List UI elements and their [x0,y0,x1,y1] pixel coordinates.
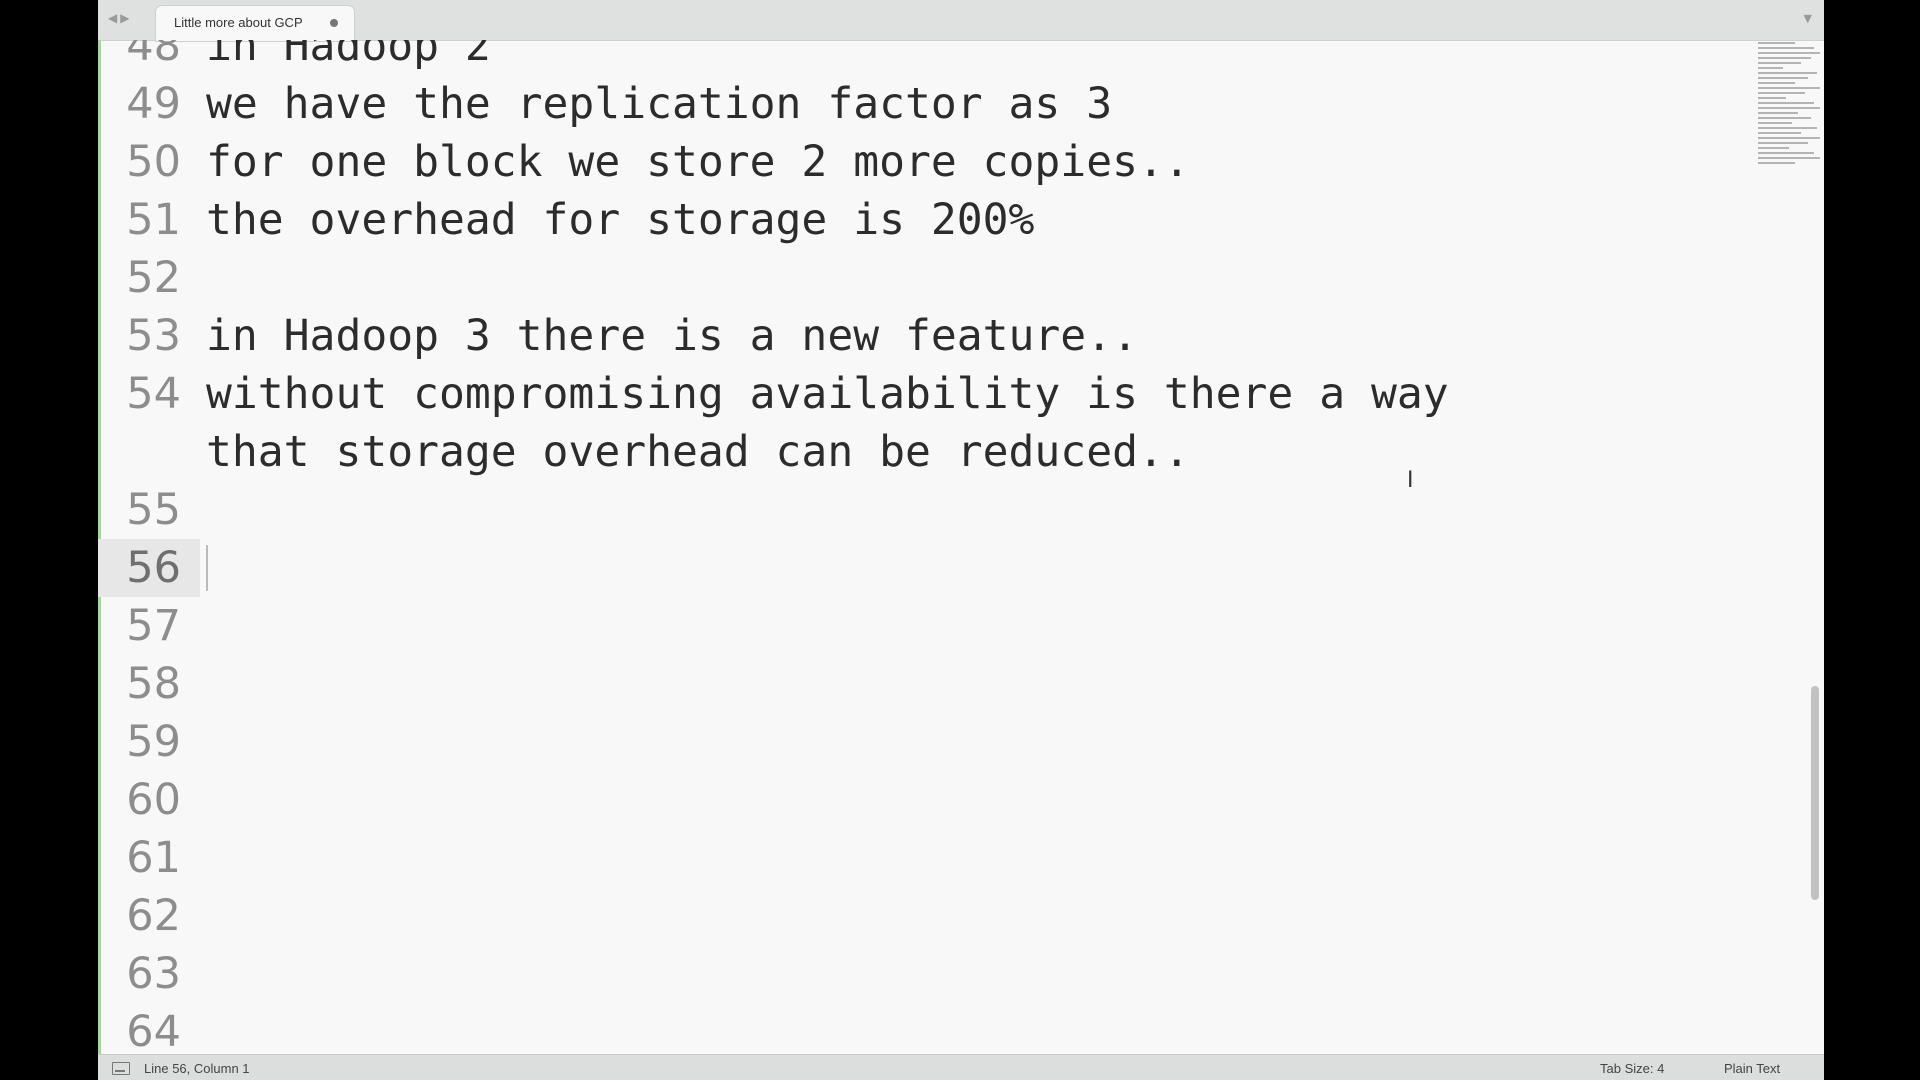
text-caret [206,545,208,591]
minimap-line [1758,67,1783,69]
line-number: 57 [126,601,181,651]
line-text: for one block we store 2 more copies.. [206,137,1190,187]
editor-line[interactable]: 51 the overhead for storage is 200% [98,191,1738,249]
text-editor[interactable]: 48 in Hadoop 2 49 we have the replication f… [98,40,1738,1054]
minimap-line [1758,122,1793,124]
minimap-line [1758,112,1799,114]
line-number: 53 [126,311,181,361]
line-number: 54 [126,369,181,419]
line-number: 48 [126,40,181,71]
tab-size-selector[interactable]: Tab Size: 4 [1600,1061,1664,1076]
minimap-line [1758,57,1811,59]
line-number: 59 [126,717,181,767]
minimap-line [1758,117,1811,119]
minimap-line [1758,97,1786,99]
editor-line[interactable]: 59 [98,713,1738,771]
minimap-line [1758,87,1820,89]
minimap-line [1758,147,1789,149]
line-number: 64 [126,1007,181,1054]
minimap-line [1758,157,1820,159]
editor-line[interactable]: 58 [98,655,1738,713]
minimap-line [1758,77,1808,79]
unsaved-dot-icon[interactable] [330,19,338,27]
line-text: in Hadoop 2 [206,40,491,71]
tab-bar: ◀▶ Little more about GCP ▼ [98,0,1824,41]
editor-line[interactable]: 57 [98,597,1738,655]
line-number: 61 [126,833,181,883]
line-number: 49 [126,79,181,129]
minimap-line [1758,62,1802,64]
editor-line[interactable]: 61 [98,829,1738,887]
minimap-line [1758,42,1796,44]
editor-lines: 48 in Hadoop 2 49 we have the replication f… [98,40,1738,1054]
minimap-line [1758,102,1814,104]
editor-line[interactable]: 50 for one block we store 2 more copies.. [98,133,1738,191]
editor-line[interactable]: 55 [98,481,1738,539]
line-number: 51 [126,195,181,245]
line-text: without compromising availability is the… [206,369,1449,477]
minimap-line [1758,142,1808,144]
tab-menu-chevron-icon[interactable]: ▼ [1804,12,1812,25]
minimap-line [1758,47,1814,49]
tab-title: Little more about GCP [174,15,303,30]
editor-line[interactable]: 60 [98,771,1738,829]
syntax-selector[interactable]: Plain Text [1724,1061,1780,1076]
editor-line[interactable]: 52 [98,249,1738,307]
minimap-line [1758,132,1802,134]
status-bar: Line 56, Column 1 Tab Size: 4 Plain Text [98,1054,1824,1080]
line-number: 58 [126,659,181,709]
line-text: we have the replication factor as 3 [206,79,1113,129]
editor-line[interactable]: 48 in Hadoop 2 [98,40,1738,75]
editor-line[interactable]: 53 in Hadoop 3 there is a new feature.. [98,307,1738,365]
minimap-line [1758,127,1817,129]
minimap-line [1758,107,1820,109]
forward-arrow-icon[interactable]: ▶ [120,11,132,25]
editor-line[interactable]: 49 we have the replication factor as 3 [98,75,1738,133]
ibeam-cursor-icon: I [1407,468,1414,493]
editor-line[interactable]: 63 [98,945,1738,1003]
tab-little-more-about-gcp[interactable]: Little more about GCP [156,6,354,41]
minimap-line [1758,152,1814,154]
minimap-line [1758,162,1796,164]
line-number: 62 [126,891,181,941]
tab-navigation: ◀▶ [108,11,132,25]
minimap-line [1758,52,1820,54]
line-text: the overhead for storage is 200% [206,195,1035,245]
line-number: 56 [126,543,181,593]
cursor-position: Line 56, Column 1 [144,1061,250,1076]
line-number: 55 [126,485,181,535]
editor-line[interactable]: 54 without compromising availability is t… [98,365,1738,481]
minimap-line [1758,82,1796,84]
editor-line[interactable]: 62 [98,887,1738,945]
line-number: 52 [126,253,181,303]
console-icon[interactable] [112,1062,130,1075]
minimap-line [1758,92,1805,94]
line-number: 60 [126,775,181,825]
minimap[interactable] [1758,42,1820,192]
line-number: 63 [126,949,181,999]
line-text: in Hadoop 3 there is a new feature.. [206,311,1138,361]
vertical-scrollbar[interactable] [1811,686,1819,900]
editor-line[interactable]: 56 [98,539,1738,597]
back-arrow-icon[interactable]: ◀ [108,11,120,25]
minimap-line [1758,137,1820,139]
minimap-line [1758,72,1817,74]
editor-window: ◀▶ Little more about GCP ▼ 48 in Hadoop 2… [98,0,1824,1080]
line-number: 50 [126,137,181,187]
editor-line[interactable]: 64 [98,1003,1738,1054]
